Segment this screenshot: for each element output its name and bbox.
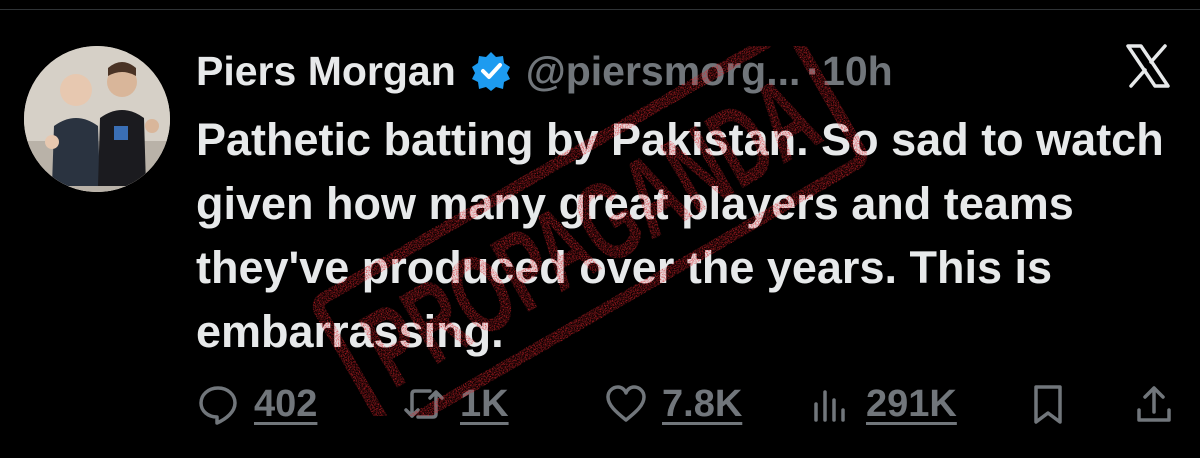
bookmark-icon [1026,382,1070,426]
reply-count: 402 [254,382,318,425]
share-icon [1132,382,1176,426]
avatar-photo [24,46,170,192]
separator-dot: · [806,47,821,94]
views-chart-icon [808,382,852,426]
x-logo-icon[interactable] [1124,42,1172,90]
views-button[interactable]: 291K [808,374,957,434]
repost-icon [402,382,446,426]
repost-count: 1K [460,382,509,425]
author-name[interactable]: Piers Morgan [196,48,456,95]
heart-icon [604,382,648,426]
verified-badge-icon [470,50,512,92]
bookmark-button[interactable] [1026,374,1084,434]
repost-button[interactable]: 1K [402,374,509,434]
timestamp[interactable]: 10h [822,48,893,95]
tweet-text: Pathetic batting by Pakistan. So sad to … [196,114,1164,357]
action-bar: 402 1K 7.8K 291K [196,374,1176,434]
like-count: 7.8K [662,382,743,425]
like-button[interactable]: 7.8K [604,374,742,434]
reply-button[interactable]: 402 [196,374,317,434]
tweet-header: Piers Morgan @piersmorg... · 10h [196,46,893,96]
share-button[interactable] [1132,374,1190,434]
author-handle[interactable]: @piersmorg... [526,48,801,95]
avatar[interactable] [24,46,170,192]
views-count: 291K [866,382,957,425]
divider-line [0,9,1200,10]
reply-icon [196,382,240,426]
